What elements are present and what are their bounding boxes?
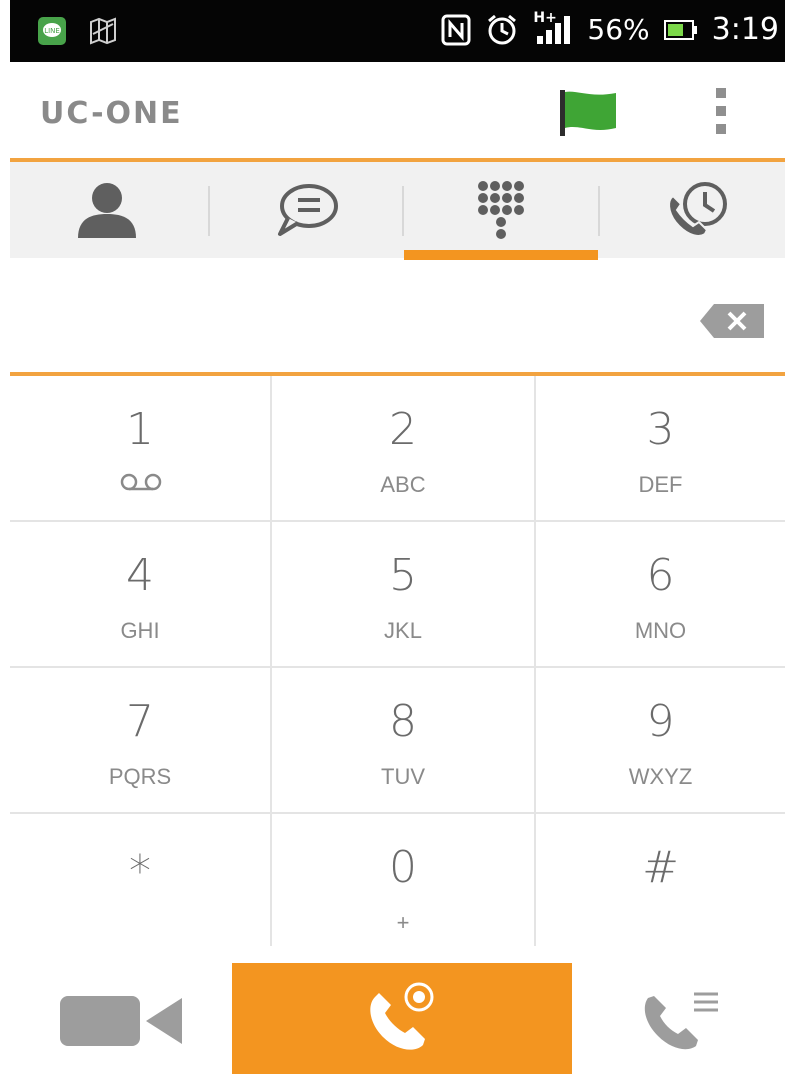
dial-key-7[interactable]: 7 PQRS — [10, 668, 272, 814]
dial-key-6[interactable]: 6 MNO — [536, 522, 785, 668]
call-list-icon — [644, 992, 718, 1050]
clock-time: 3:19 — [711, 12, 779, 47]
dial-key-digit: 6 — [646, 550, 675, 601]
svg-text:LINE: LINE — [44, 27, 60, 35]
app-bar: UC-ONE — [10, 62, 785, 158]
selected-tab-indicator — [404, 250, 598, 260]
overflow-dot-icon — [716, 124, 726, 134]
dial-key-letters: ABC — [380, 472, 426, 497]
tab-chat[interactable] — [210, 162, 404, 258]
battery-percent: 56% — [587, 13, 650, 46]
status-bar: LINE H+ 56% 3:19 — [10, 0, 785, 62]
dial-key-digit: 0 — [389, 842, 417, 893]
tab-bar — [10, 162, 785, 258]
dial-key-4[interactable]: 4 GHI — [10, 522, 272, 668]
chat-icon — [278, 184, 338, 236]
dial-key-1[interactable]: 1 — [10, 376, 272, 522]
dial-key-2[interactable]: 2 ABC — [272, 376, 536, 522]
dial-key-letters: TUV — [381, 764, 425, 789]
dial-key-9[interactable]: 9 WXYZ — [536, 668, 785, 814]
contact-icon — [78, 183, 136, 238]
map-icon — [90, 17, 116, 45]
alarm-icon — [488, 14, 517, 44]
call-history-icon — [668, 182, 727, 237]
dial-key-hash[interactable]: # — [536, 814, 785, 946]
tab-dialpad[interactable] — [404, 162, 598, 258]
dial-key-digit: 8 — [389, 696, 417, 747]
dial-key-digit: 7 — [126, 696, 154, 747]
dial-key-digit: 5 — [389, 550, 417, 601]
overflow-dot-icon — [716, 88, 726, 98]
dial-key-letters: WXYZ — [628, 764, 693, 789]
overflow-dot-icon — [716, 106, 726, 116]
dialpad-icon — [478, 181, 524, 239]
backspace-icon — [700, 304, 764, 338]
dialpad-grid: 1 2 ABC 3 DEF 4 GHI 5 JKL 6 MNO 7 PQRS 8… — [10, 376, 785, 946]
phone-number-input[interactable] — [30, 280, 674, 352]
battery-icon — [663, 19, 697, 40]
dial-key-digit: 9 — [646, 696, 675, 747]
number-entry-area — [10, 260, 785, 372]
dial-key-digit: 4 — [126, 550, 154, 601]
tab-contacts[interactable] — [10, 162, 204, 258]
line-app-icon: LINE — [38, 17, 66, 45]
dial-key-letters: JKL — [384, 618, 422, 643]
video-call-button[interactable] — [60, 990, 190, 1052]
dial-key-letters: MNO — [634, 618, 687, 643]
dial-key-digit: * — [129, 846, 151, 897]
dial-key-digit: # — [642, 842, 679, 893]
voicemail-icon — [120, 473, 162, 491]
dial-key-star[interactable]: * — [10, 814, 272, 946]
flag-icon — [560, 90, 616, 136]
nfc-icon — [441, 14, 471, 45]
call-action-bar — [10, 960, 785, 1074]
dial-key-digit: 2 — [389, 404, 417, 455]
dial-key-digit: 1 — [126, 404, 154, 455]
call-icon — [370, 982, 434, 1050]
dial-key-letters: DEF — [638, 472, 683, 497]
call-list-button[interactable] — [640, 986, 720, 1056]
dial-key-letters: GHI — [120, 618, 160, 643]
dial-key-0[interactable]: 0 + — [272, 814, 536, 946]
dial-key-letters: + — [396, 910, 410, 935]
dial-key-digit: 3 — [646, 404, 675, 455]
dial-key-3[interactable]: 3 DEF — [536, 376, 785, 522]
presence-flag-button[interactable] — [558, 90, 622, 136]
video-call-icon — [60, 996, 182, 1046]
dial-key-8[interactable]: 8 TUV — [272, 668, 536, 814]
app-title: UC-ONE — [40, 96, 183, 131]
overflow-menu-button[interactable] — [714, 88, 728, 138]
backspace-button[interactable] — [700, 304, 764, 338]
signal-icon — [537, 15, 571, 44]
voice-call-button[interactable] — [232, 963, 572, 1074]
tab-call-history[interactable] — [600, 162, 785, 258]
dial-key-letters: PQRS — [108, 764, 172, 789]
dial-key-5[interactable]: 5 JKL — [272, 522, 536, 668]
